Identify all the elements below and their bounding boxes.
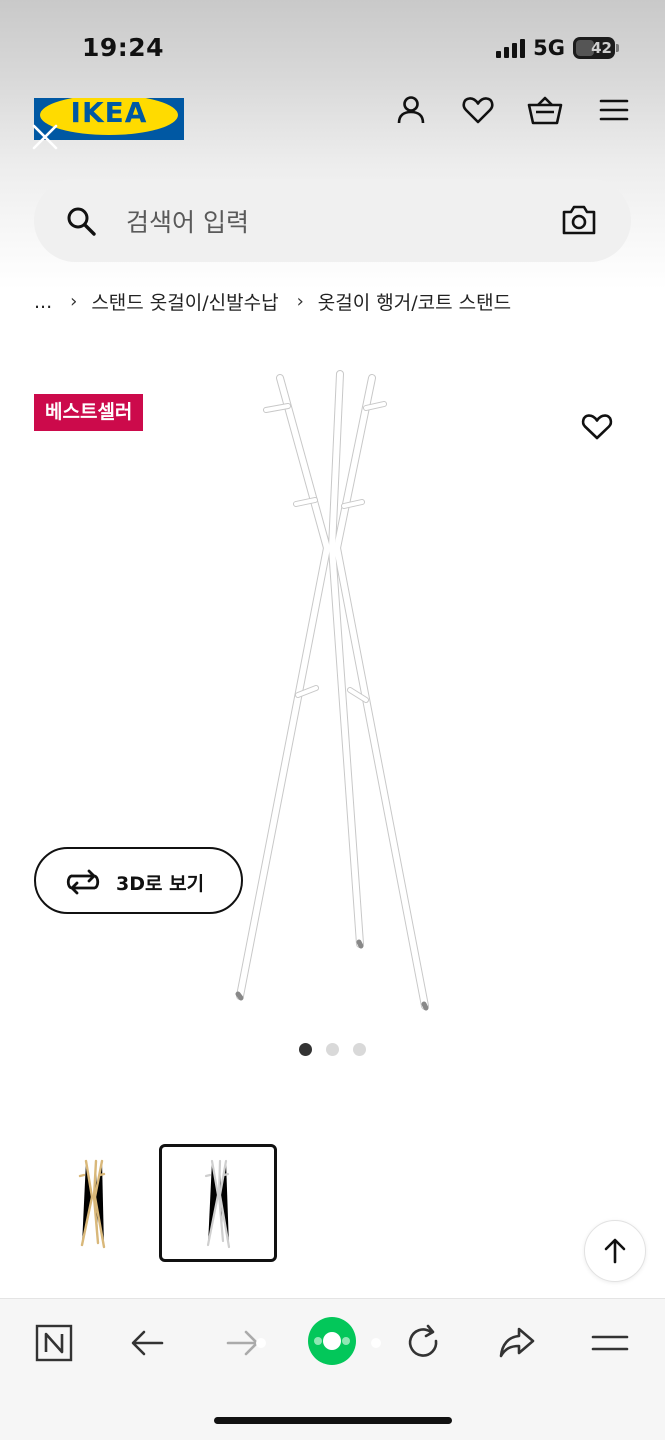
battery-level: 42 (591, 39, 612, 57)
search-icon[interactable] (64, 204, 98, 238)
carousel-dot[interactable] (326, 1043, 339, 1056)
browser-toolbar (0, 1298, 665, 1440)
wishlist-heart-icon[interactable] (580, 410, 614, 442)
scroll-to-top-button[interactable] (584, 1220, 646, 1282)
view-3d-label: 3D로 보기 (116, 873, 205, 895)
carousel-dot[interactable] (299, 1043, 312, 1056)
product-image-coat-stand[interactable] (220, 360, 460, 1020)
heart-icon[interactable] (460, 92, 496, 128)
thumbnail-image (204, 1159, 231, 1249)
search-bar[interactable]: 검색어 입력 (34, 179, 631, 262)
network-type: 5G (533, 36, 565, 60)
breadcrumb-separator: › (296, 291, 304, 312)
arrow-up-icon (604, 1238, 626, 1264)
breadcrumb-item-stand[interactable]: 스탠드 옷걸이/신발수납 (91, 288, 278, 315)
menu-icon[interactable] (596, 92, 632, 128)
breadcrumb-item-hanger[interactable]: 옷걸이 행거/코트 스탠드 (318, 288, 511, 315)
breadcrumb-ellipsis[interactable]: ... (34, 291, 52, 313)
browser-menu-icon[interactable] (590, 1323, 630, 1363)
rotate-3d-icon (66, 869, 100, 895)
home-indicator (214, 1417, 452, 1424)
back-icon[interactable] (128, 1323, 168, 1363)
breadcrumb: ... › 스탠드 옷걸이/신발수납 › 옷걸이 행거/코트 스탠드 (34, 288, 511, 315)
camera-icon[interactable] (561, 203, 597, 237)
signal-icon (496, 38, 526, 58)
user-icon[interactable] (393, 92, 429, 128)
naver-green-icon[interactable] (307, 1316, 357, 1366)
thumbnail-variant-birch[interactable] (34, 1145, 152, 1263)
status-time: 19:24 (82, 33, 165, 62)
bestseller-badge: 베스트셀러 (34, 394, 144, 431)
view-3d-button[interactable]: 3D로 보기 (34, 847, 243, 914)
status-indicators: 5G 42 (496, 36, 619, 60)
cart-icon[interactable] (527, 92, 563, 128)
naver-icon[interactable] (34, 1323, 74, 1363)
share-icon[interactable] (497, 1323, 537, 1363)
close-icon[interactable] (30, 122, 60, 152)
carousel-dot[interactable] (353, 1043, 366, 1056)
battery-icon: 42 (573, 37, 619, 59)
carousel-dots (299, 1043, 366, 1056)
breadcrumb-separator: › (70, 291, 78, 312)
reload-icon[interactable] (404, 1323, 444, 1363)
thumbnail-variant-white-selected[interactable] (159, 1144, 277, 1262)
search-input[interactable]: 검색어 입력 (126, 203, 249, 239)
